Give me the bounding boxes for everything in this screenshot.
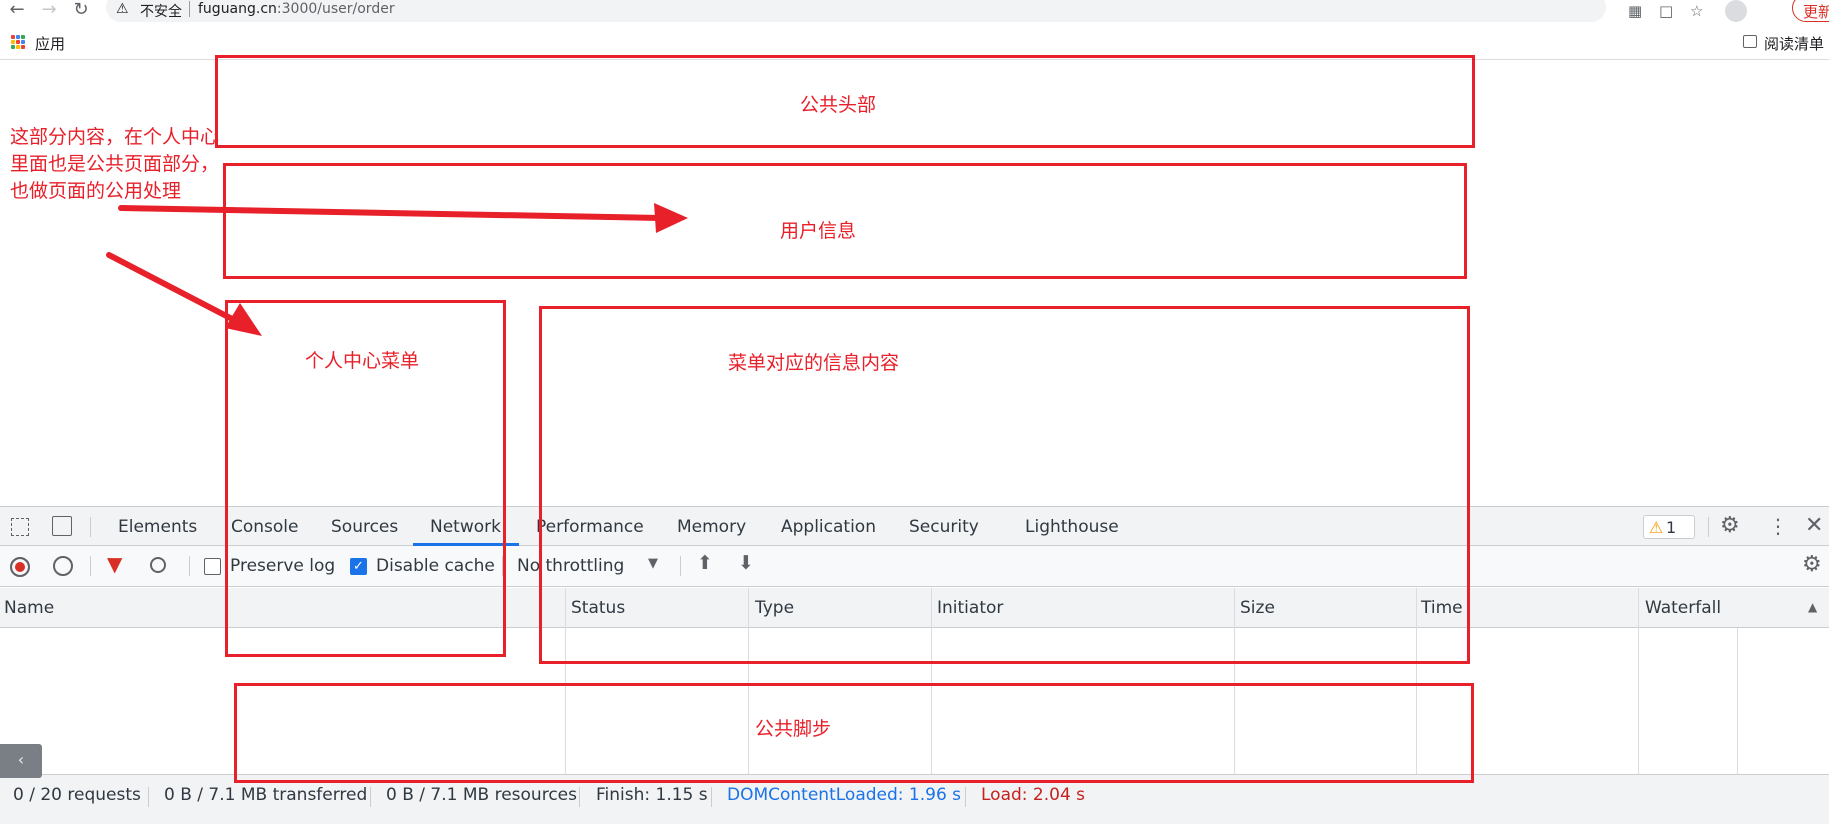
annotation-arrows [106,203,688,336]
arrowhead-menu-icon [225,303,262,336]
arrowhead-userinfo-icon [654,203,688,233]
arrow-to-menu [106,252,241,325]
arrow-to-userinfo [118,205,663,221]
